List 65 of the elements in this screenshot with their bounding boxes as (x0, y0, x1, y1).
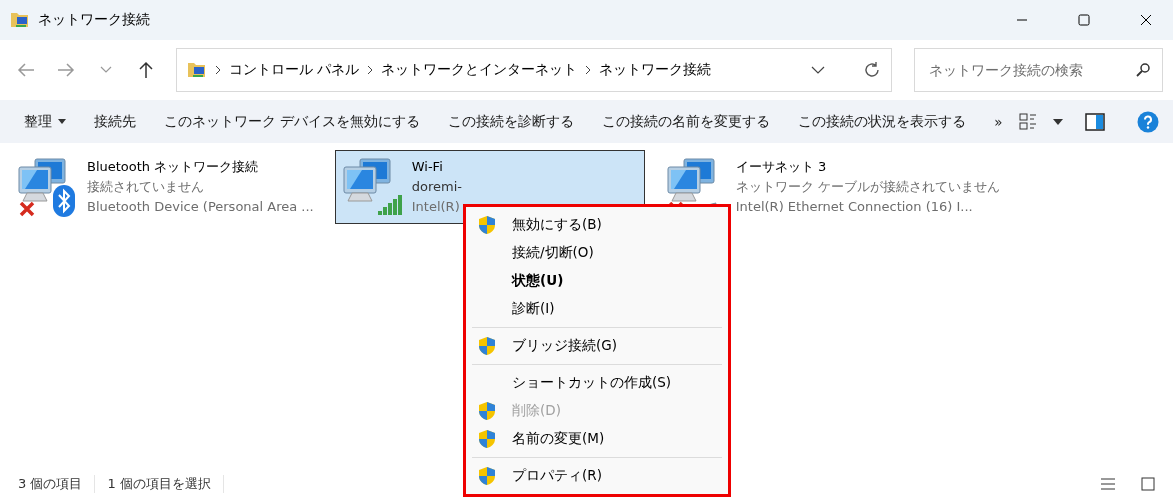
chevron-icon (214, 65, 221, 75)
refresh-icon[interactable] (862, 61, 881, 79)
connection-name: Wi-Fi (411, 158, 444, 176)
shield-icon (478, 429, 496, 449)
network-folder-icon (10, 11, 30, 29)
cross-icon (19, 201, 35, 217)
connection-status: doremi- (411, 178, 462, 196)
command-button[interactable]: この接続の状況を表示する (784, 106, 981, 137)
breadcrumb-item[interactable]: ネットワーク接続 (598, 61, 711, 79)
menu-item[interactable]: 接続/切断(O) (472, 239, 722, 267)
shield-icon (478, 336, 496, 356)
selection-count: 1 個の項目を選択 (107, 474, 224, 493)
connection-name: Bluetooth ネットワーク接続 (87, 158, 260, 176)
computer-icon (17, 157, 67, 203)
device-name: Intel(R) Ethernet Connection (16) I... (735, 198, 974, 216)
menu-item[interactable]: 状態(U) (472, 267, 722, 295)
network-folder-icon (186, 61, 207, 79)
caret-icon[interactable] (1053, 118, 1063, 125)
preview-pane-icon[interactable] (1085, 112, 1105, 131)
caret-icon (58, 119, 66, 124)
organize-menu-button[interactable]: 整理 (10, 106, 80, 137)
signal-bars-icon (377, 193, 404, 215)
dropdown-chevron-icon[interactable] (810, 66, 825, 74)
connection-name: イーサネット 3 (735, 158, 828, 176)
command-button[interactable]: この接続を診断する (434, 106, 589, 137)
menu-item[interactable]: プロパティ(R) (472, 462, 722, 490)
close-icon (1140, 14, 1152, 26)
search-field[interactable]: ネットワーク接続の検索 (913, 48, 1163, 92)
shield-icon (478, 401, 496, 421)
search-input[interactable]: ネットワーク接続の検索 (926, 61, 1136, 79)
shield-icon (478, 466, 496, 486)
chevron-icon (584, 65, 591, 75)
menu-item[interactable]: 診断(I) (472, 295, 722, 323)
menu-item[interactable]: 名前の変更(M) (472, 425, 722, 453)
bluetooth-icon (53, 185, 75, 217)
shield-icon (478, 215, 496, 235)
help-icon[interactable] (1137, 110, 1159, 133)
connection-item[interactable]: Bluetooth ネットワーク接続 接続されていません Bluetooth Device (Personal Area ... (10, 150, 321, 224)
menu-item[interactable]: ブリッジ接続(G) (472, 332, 722, 360)
address-bar[interactable]: コントロール パネル ネットワークとインターネット ネットワーク接続 (175, 48, 892, 92)
maximize-icon (1078, 14, 1090, 26)
connection-status: ネットワーク ケーブルが接続されていません (735, 178, 1000, 196)
breadcrumb-item[interactable]: コントロール パネル (228, 61, 359, 79)
chevron-icon (366, 65, 373, 75)
computer-icon (665, 157, 716, 203)
up-arrow-icon (137, 61, 154, 79)
more-commands-button[interactable]: » (980, 107, 1017, 136)
view-options-icon[interactable] (1019, 112, 1039, 131)
device-name: Bluetooth Device (Personal Area ... (87, 198, 314, 216)
device-name: Intel(R) (411, 198, 461, 216)
large-icons-view-icon[interactable] (1141, 476, 1155, 491)
left-arrow-icon (16, 62, 35, 78)
breadcrumb-item[interactable]: ネットワークとインターネット (380, 61, 577, 79)
menu-item[interactable]: ショートカットの作成(S) (472, 369, 722, 397)
command-button[interactable]: このネットワーク デバイスを無効にする (150, 106, 435, 137)
connection-status: 接続されていません (87, 178, 205, 196)
details-view-icon[interactable] (1101, 477, 1115, 490)
command-button[interactable]: 接続先 (80, 106, 150, 137)
window-title: ネットワーク接続 (38, 11, 151, 29)
item-count: 3 個の項目 (18, 474, 96, 493)
search-icon (1136, 63, 1150, 77)
right-arrow-icon (56, 62, 75, 78)
computer-icon (341, 157, 392, 203)
chevron-down-icon (99, 66, 112, 74)
command-button[interactable]: この接続の名前を変更する (588, 106, 785, 137)
